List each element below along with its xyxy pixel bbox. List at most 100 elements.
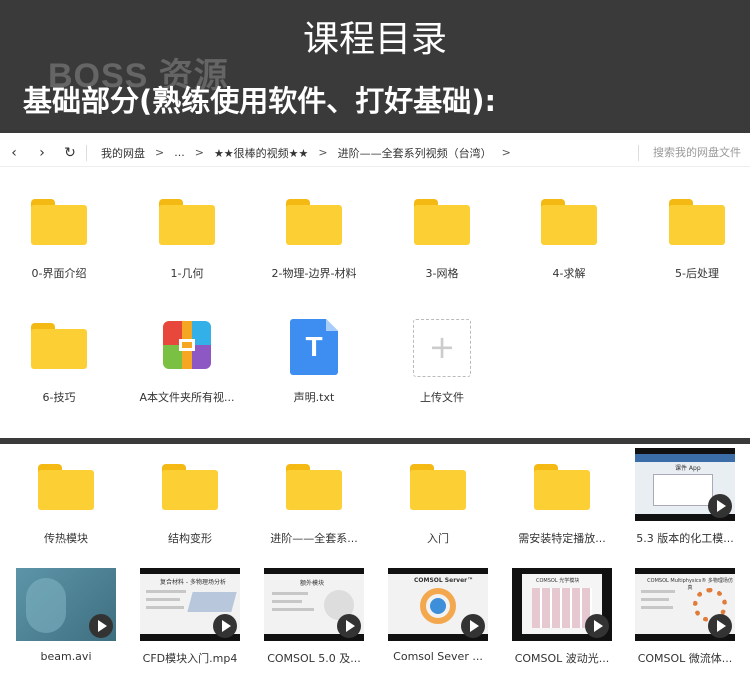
folder-item[interactable]: 4-求解 — [514, 193, 624, 283]
file-label: A本文件夹所有视... — [139, 391, 235, 404]
folder-item[interactable]: 入门 — [383, 462, 493, 550]
folder-label: 2-物理-边界-材料 — [271, 267, 357, 280]
video-thumbnail: COMSOL Server™ — [388, 568, 488, 641]
upload-label: 上传文件 — [420, 391, 464, 404]
video-item[interactable]: COMSOL Server™ Comsol Sever ... — [383, 568, 493, 668]
thumbnail-caption: 额外模块 — [300, 580, 325, 587]
archive-icon — [163, 321, 211, 369]
thumbnail-caption: 复合材料 - 多物理场分析 — [160, 579, 226, 586]
video-item[interactable]: COMSOL 光学模块 COMSOL 波动光... — [507, 568, 617, 668]
file-item[interactable]: A本文件夹所有视... — [132, 317, 242, 407]
forward-arrow-icon[interactable]: › — [28, 145, 56, 161]
folder-label: 需安装特定播放... — [518, 532, 606, 545]
folder-item[interactable]: 传热模块 — [11, 462, 121, 550]
header-banner: 课程目录 BOSS 资源 基础部分(熟练使用软件、打好基础): — [0, 0, 750, 133]
thumbnail-caption: COMSOL Multiphysics® 多物理场仿真 — [647, 578, 733, 591]
folder-label: 进阶——全套系... — [270, 532, 358, 545]
video-label: COMSOL 波动光... — [514, 652, 610, 665]
video-label: CFD模块入门.mp4 — [142, 652, 238, 665]
folder-icon — [669, 199, 725, 245]
video-item[interactable]: COMSOL Multiphysics® 多物理场仿真 COMSOL 微流体..… — [630, 568, 740, 668]
navigation-bar: ‹ › ↻ 我的网盘 > ... > ★★很棒的视频★★ > 进阶——全套系列视… — [0, 139, 750, 167]
play-icon[interactable] — [89, 614, 113, 638]
video-label: COMSOL 微流体... — [637, 652, 733, 665]
play-icon[interactable] — [213, 614, 237, 638]
video-label: 5.3 版本的化工模... — [636, 532, 734, 545]
video-label: COMSOL 5.0 及... — [267, 652, 361, 665]
play-icon[interactable] — [585, 614, 609, 638]
folder-item[interactable]: 5-后处理 — [642, 193, 750, 283]
section-subtitle: 基础部分(熟练使用软件、打好基础): — [23, 84, 497, 118]
breadcrumb-item-ellipsis[interactable]: ... — [168, 146, 191, 159]
screenshot-panel-1: ‹ › ↻ 我的网盘 > ... > ★★很棒的视频★★ > 进阶——全套系列视… — [0, 133, 750, 444]
thumbnail-caption: 课件 App — [675, 465, 701, 472]
folder-item[interactable]: 需安装特定播放... — [507, 462, 617, 550]
folder-icon — [38, 464, 94, 510]
folder-icon — [286, 464, 342, 510]
video-label: beam.avi — [40, 650, 92, 663]
file-label: 声明.txt — [293, 391, 335, 404]
folder-label: 结构变形 — [168, 532, 212, 545]
folder-icon — [534, 464, 590, 510]
video-thumbnail: 课件 App — [635, 448, 735, 521]
folder-item[interactable]: 3-网格 — [387, 193, 497, 283]
thumbnail-caption: COMSOL Server™ — [414, 577, 474, 584]
folder-label: 0-界面介绍 — [31, 267, 87, 280]
folder-icon — [414, 199, 470, 245]
breadcrumb-separator: > — [155, 146, 165, 159]
folder-icon — [286, 199, 342, 245]
folder-label: 1-几何 — [170, 267, 204, 280]
text-file-icon: T — [290, 319, 338, 375]
breadcrumb-item-my-disk[interactable]: 我的网盘 — [95, 145, 151, 161]
folder-icon — [162, 464, 218, 510]
play-icon[interactable] — [461, 614, 485, 638]
folder-icon — [159, 199, 215, 245]
folder-label: 4-求解 — [552, 267, 586, 280]
folder-icon — [541, 199, 597, 245]
folder-icon — [31, 199, 87, 245]
screenshot-panel-2: 传热模块 结构变形 进阶——全套系... 入门 需安装特定播放... 课件 Ap… — [0, 444, 750, 675]
breadcrumb-separator: > — [501, 146, 511, 159]
play-icon[interactable] — [337, 614, 361, 638]
video-item[interactable]: 复合材料 - 多物理场分析 CFD模块入门.mp4 — [135, 568, 245, 668]
back-arrow-icon[interactable]: ‹ — [0, 145, 28, 161]
video-thumbnail: 额外模块 — [264, 568, 364, 641]
video-label: Comsol Sever ... — [393, 650, 483, 663]
folder-label: 入门 — [427, 532, 449, 545]
plus-glyph: + — [428, 328, 456, 366]
file-browser-window: ‹ › ↻ 我的网盘 > ... > ★★很棒的视频★★ > 进阶——全套系列视… — [0, 133, 750, 438]
video-thumbnail: 复合材料 - 多物理场分析 — [140, 568, 240, 641]
text-file-glyph: T — [305, 331, 323, 362]
nav-divider — [86, 144, 87, 161]
video-thumbnail: COMSOL Multiphysics® 多物理场仿真 — [635, 568, 735, 641]
upload-plus-icon[interactable]: + — [413, 319, 471, 377]
refresh-icon[interactable]: ↻ — [56, 145, 84, 161]
play-icon[interactable] — [708, 494, 732, 518]
folder-label: 传热模块 — [44, 532, 88, 545]
folder-item[interactable]: 2-物理-边界-材料 — [259, 193, 369, 283]
breadcrumb-item-videos[interactable]: ★★很棒的视频★★ — [208, 145, 314, 161]
search-input[interactable]: 搜索我的网盘文件 — [638, 145, 750, 161]
folder-item[interactable]: 进阶——全套系... — [259, 462, 369, 550]
play-icon[interactable] — [708, 614, 732, 638]
upload-item[interactable]: + 上传文件 — [387, 317, 497, 407]
folder-item[interactable]: 0-界面介绍 — [4, 193, 114, 283]
video-item[interactable]: 额外模块 COMSOL 5.0 及... — [259, 568, 369, 668]
thumbnail-caption: COMSOL 光学模块 — [536, 578, 580, 584]
folder-item[interactable]: 1-几何 — [132, 193, 242, 283]
folder-item[interactable]: 6-技巧 — [4, 317, 114, 407]
file-item[interactable]: T 声明.txt — [259, 317, 369, 407]
folder-item[interactable]: 结构变形 — [135, 462, 245, 550]
video-thumbnail: COMSOL 光学模块 — [512, 568, 612, 641]
breadcrumb-separator: > — [318, 146, 328, 159]
folder-label: 3-网格 — [425, 267, 459, 280]
folder-icon — [31, 323, 87, 369]
folder-icon — [410, 464, 466, 510]
video-item[interactable]: beam.avi — [11, 568, 121, 668]
folder-label: 5-后处理 — [675, 267, 719, 280]
breadcrumb: 我的网盘 > ... > ★★很棒的视频★★ > 进阶——全套系列视频（台湾） … — [95, 145, 515, 161]
breadcrumb-item-current[interactable]: 进阶——全套系列视频（台湾） — [332, 145, 498, 161]
breadcrumb-separator: > — [194, 146, 204, 159]
video-item[interactable]: 课件 App 5.3 版本的化工模... — [630, 448, 740, 550]
folder-label: 6-技巧 — [42, 391, 76, 404]
